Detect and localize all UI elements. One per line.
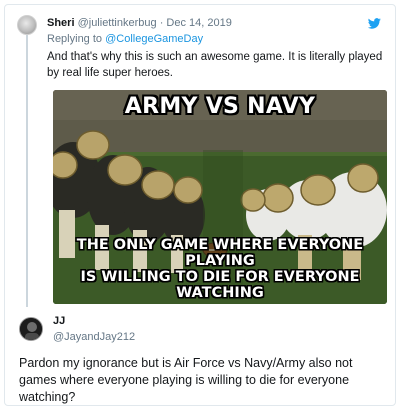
tweet-thread-card: Sheri @juliettinkerbug · Dec 14, 2019 Re… bbox=[4, 4, 396, 406]
tweet-jj[interactable]: JJ @JayandJay212 Pardon my ignorance but… bbox=[5, 305, 395, 405]
user-handle[interactable]: @juliettinkerbug bbox=[78, 17, 157, 29]
tweet-header: Sheri @juliettinkerbug · Dec 14, 2019 bbox=[47, 17, 232, 29]
avatar[interactable] bbox=[17, 15, 37, 35]
thread-connector-line bbox=[26, 35, 28, 307]
tweet-date[interactable]: Dec 14, 2019 bbox=[166, 17, 231, 29]
replying-to: Replying to @CollegeGameDay bbox=[47, 33, 203, 45]
display-name[interactable]: Sheri bbox=[47, 17, 75, 29]
meme-bottom-caption: THE ONLY GAME WHERE EVERYONE PLAYING IS … bbox=[53, 237, 387, 301]
meme-bottom-line-2: IS WILLING TO DIE FOR EVERYONE WATCHING bbox=[80, 269, 360, 301]
tweet-media-image[interactable]: ARMY VS NAVY THE ONLY GAME WHERE EVERYON… bbox=[53, 90, 387, 304]
user-handle[interactable]: @JayandJay212 bbox=[53, 331, 135, 343]
separator-dot: · bbox=[159, 17, 164, 29]
tweet-sheri[interactable]: Sheri @juliettinkerbug · Dec 14, 2019 Re… bbox=[5, 5, 395, 307]
meme-bottom-line-1: THE ONLY GAME WHERE EVERYONE PLAYING bbox=[76, 237, 364, 269]
meme-top-caption: ARMY VS NAVY bbox=[124, 94, 316, 119]
replying-to-mention[interactable]: @CollegeGameDay bbox=[105, 33, 203, 45]
twitter-bird-icon[interactable] bbox=[368, 18, 381, 29]
replying-prefix: Replying to bbox=[47, 33, 106, 45]
tweet-text: Pardon my ignorance but is Air Force vs … bbox=[19, 356, 353, 404]
avatar-photo bbox=[20, 318, 42, 340]
avatar[interactable] bbox=[19, 317, 43, 341]
display-name[interactable]: JJ bbox=[53, 315, 65, 327]
tweet-text: And that's why this is such an awesome g… bbox=[47, 51, 383, 79]
